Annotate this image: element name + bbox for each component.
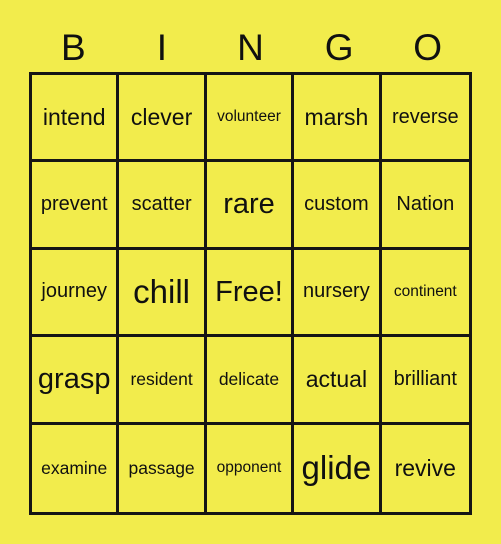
bingo-cell[interactable]: custom	[294, 162, 382, 250]
bingo-cell[interactable]: scatter	[119, 162, 207, 250]
header-letter-b: B	[60, 26, 86, 68]
bingo-cell[interactable]: revive	[381, 424, 469, 512]
bingo-cell[interactable]: chill	[119, 249, 207, 338]
bingo-cell[interactable]: Nation	[381, 162, 469, 250]
bingo-cell-label: revive	[394, 455, 456, 482]
bingo-cell-label: opponent	[216, 459, 282, 477]
bingo-cell-label: volunteer	[217, 108, 281, 126]
header-letter-n: N	[237, 26, 264, 68]
bingo-cell[interactable]: continent	[381, 249, 469, 338]
header-letter-g: G	[324, 26, 354, 68]
bingo-cell[interactable]: Free!	[206, 249, 295, 338]
bingo-cell-label: clever	[130, 104, 193, 131]
bingo-cell-label: continent	[393, 282, 457, 300]
bingo-cell-label: scatter	[131, 193, 192, 216]
bingo-cell-label: intend	[42, 104, 106, 131]
bingo-cell-label: rare	[223, 188, 275, 221]
bingo-cell-label: chill	[133, 272, 191, 310]
bingo-cell-label: passage	[128, 458, 195, 479]
bingo-cell[interactable]: intend	[32, 75, 120, 163]
bingo-cell[interactable]: opponent	[206, 424, 295, 512]
bingo-cell[interactable]: volunteer	[206, 75, 295, 163]
header-letter-i: I	[156, 26, 168, 68]
bingo-grid: intend clever volunteer marsh reverse prevent…	[29, 72, 472, 515]
bingo-cell[interactable]: brilliant	[381, 337, 469, 425]
bingo-cell[interactable]: passage	[119, 424, 207, 512]
bingo-cell[interactable]: glide	[294, 424, 382, 512]
bingo-card: B I N G O intend clever volunteer marsh reve…	[0, 0, 501, 544]
bingo-cell-label: marsh	[304, 104, 369, 131]
bingo-cell-label: Nation	[396, 193, 455, 216]
bingo-cell-label: prevent	[40, 193, 108, 216]
bingo-cell[interactable]: clever	[119, 75, 207, 163]
bingo-cell[interactable]: grasp	[32, 337, 120, 425]
bingo-cell-label: brilliant	[393, 367, 457, 390]
bingo-cell-label: Free!	[215, 275, 283, 308]
bingo-cell-label: glide	[301, 448, 372, 486]
bingo-cell[interactable]: resident	[119, 337, 207, 425]
bingo-cell-label: resident	[130, 369, 193, 390]
bingo-cell[interactable]: prevent	[32, 162, 120, 250]
header-letter-o: O	[413, 26, 443, 68]
bingo-cell[interactable]: examine	[32, 424, 120, 512]
bingo-cell-label: delicate	[218, 369, 280, 390]
bingo-cell-label: custom	[304, 193, 369, 216]
bingo-cell[interactable]: journey	[32, 249, 120, 338]
bingo-cell-label: actual	[305, 366, 368, 393]
bingo-cell-label: nursery	[303, 280, 370, 303]
bingo-cell-label: examine	[41, 458, 108, 479]
bingo-cell[interactable]: actual	[294, 337, 382, 425]
bingo-cell-label: reverse	[391, 105, 459, 128]
bingo-cell[interactable]: rare	[206, 162, 295, 250]
bingo-header: B I N G O	[29, 22, 472, 72]
bingo-cell[interactable]: marsh	[294, 75, 382, 163]
bingo-cell-label: grasp	[37, 363, 111, 396]
bingo-cell[interactable]: reverse	[381, 75, 469, 163]
bingo-cell-label: journey	[41, 280, 107, 303]
bingo-cell[interactable]: delicate	[206, 337, 295, 425]
bingo-cell[interactable]: nursery	[294, 249, 382, 338]
